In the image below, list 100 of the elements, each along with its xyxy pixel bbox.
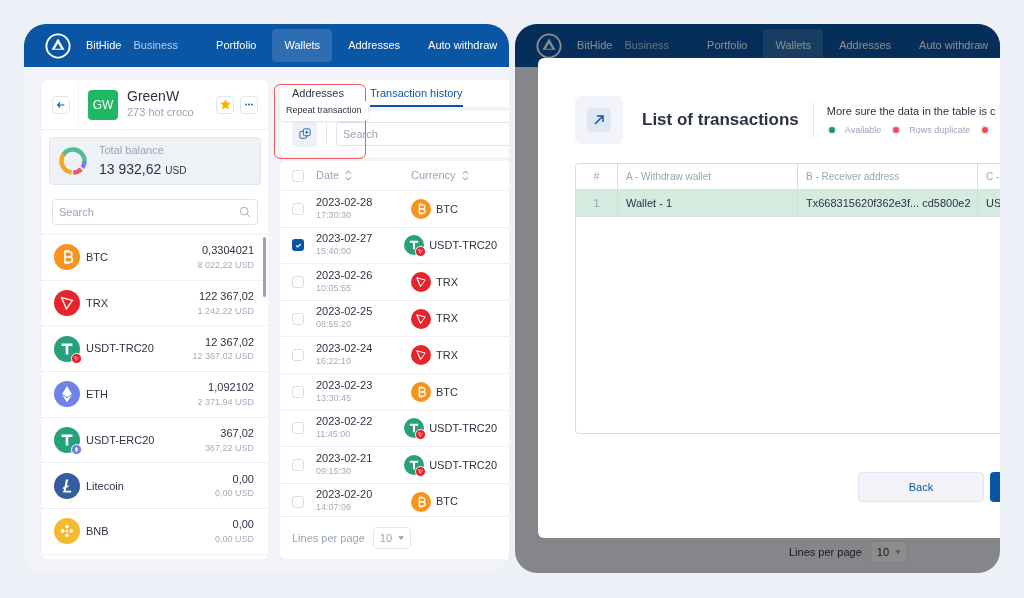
checkbox[interactable] bbox=[292, 169, 304, 182]
favorite-button[interactable] bbox=[216, 95, 234, 114]
nav-item[interactable]: Wallets bbox=[272, 29, 333, 62]
coin-usd-value: 12 367,02 USD bbox=[192, 350, 254, 364]
date-cell-text: 2023-02-20 bbox=[316, 488, 374, 502]
more-button[interactable] bbox=[240, 95, 258, 114]
currency-cell-text: USDT-TRC20 bbox=[429, 238, 497, 254]
date-cell-text: 2023-02-21 bbox=[316, 451, 374, 465]
sort-icon[interactable] bbox=[461, 170, 469, 181]
time-cell-text: 13:30:45 bbox=[316, 391, 353, 405]
brand-name: BitHide bbox=[86, 38, 122, 54]
logo-icon bbox=[45, 32, 71, 59]
back-button[interactable] bbox=[52, 95, 70, 114]
scrollbar[interactable] bbox=[263, 237, 266, 297]
checkbox[interactable] bbox=[292, 276, 304, 288]
primary-button[interactable] bbox=[990, 472, 1000, 502]
coin-row[interactable]: ETH 1,092102 2 371,94 USD bbox=[42, 372, 268, 418]
coin-icon bbox=[411, 198, 431, 219]
coin-icon bbox=[411, 491, 431, 512]
nav-item[interactable]: Addresses bbox=[827, 29, 904, 62]
coin-row[interactable]: USDT-TRC20 12 367,02 12 367,02 USD bbox=[42, 326, 268, 373]
column-header: A - Withdraw wallet bbox=[618, 164, 798, 189]
coin-usd-value: 367,22 USD bbox=[204, 441, 254, 455]
table-cell: US bbox=[978, 190, 1000, 216]
currency-cell-text: BTC bbox=[436, 201, 458, 217]
nav-item[interactable]: Addresses bbox=[336, 29, 413, 62]
date-cell-text: 2023-02-25 bbox=[316, 305, 374, 319]
wallet-subtitle: 273 hot croco bbox=[127, 105, 195, 121]
wallet-name: GreenW bbox=[127, 88, 181, 105]
repeat-transaction-button[interactable] bbox=[292, 121, 317, 147]
checkbox[interactable] bbox=[292, 312, 304, 325]
nav-item[interactable]: Portfolio bbox=[204, 29, 269, 62]
coin-usd-value: 1 242,22 USD bbox=[197, 304, 254, 318]
legend-label: Available bbox=[844, 123, 882, 137]
back-button[interactable]: Back bbox=[858, 472, 984, 502]
coin-row[interactable]: BNB 0,00 0,00 USD bbox=[42, 509, 268, 555]
coin-icon bbox=[404, 418, 425, 439]
coin-icon bbox=[411, 272, 431, 292]
coin-amount: 122 367,02 bbox=[198, 289, 254, 305]
back-arrow-icon bbox=[56, 99, 66, 110]
table-cell: Tx668315620f362e3f... cd5800e2 bbox=[798, 190, 978, 216]
tab[interactable]: Transaction history bbox=[370, 84, 463, 107]
coin-row[interactable]: TRX 122 367,02 1 242,22 USD bbox=[42, 280, 268, 327]
checkbox[interactable] bbox=[292, 239, 304, 252]
coin-row[interactable]: USDT-ERC20 367,02 367,22 USD bbox=[42, 417, 268, 464]
coin-icon bbox=[404, 454, 425, 475]
checkbox[interactable] bbox=[292, 385, 304, 398]
coin-amount: 1,092102 bbox=[208, 380, 254, 396]
currency-cell-text: BTC bbox=[436, 494, 458, 510]
coin-name: USDT-ERC20 bbox=[86, 432, 156, 448]
column-header: # bbox=[576, 164, 618, 189]
table-cell: Wallet - 1 bbox=[618, 190, 798, 216]
date-cell-text: 2023-02-27 bbox=[316, 232, 374, 246]
checkbox[interactable] bbox=[292, 495, 304, 508]
coin-name: ETH bbox=[86, 387, 109, 403]
legend-label: Rows duplicate bbox=[909, 123, 971, 137]
wallet-search-field[interactable]: Search bbox=[52, 199, 258, 225]
coin-icon bbox=[411, 381, 431, 402]
product-name: Business bbox=[624, 38, 670, 54]
currency-cell-text: BTC bbox=[436, 384, 458, 400]
time-cell-text: 14:07:09 bbox=[316, 501, 353, 515]
coin-name: BNB bbox=[86, 524, 110, 540]
checkbox[interactable] bbox=[292, 202, 304, 215]
date-cell-text: 2023-02-28 bbox=[316, 195, 374, 209]
product-name: Business bbox=[133, 38, 179, 54]
nav-item[interactable]: Portfolio bbox=[695, 29, 760, 62]
coin-row[interactable]: Litecoin 0,00 0,00 USD bbox=[42, 463, 268, 510]
checkbox[interactable] bbox=[292, 458, 304, 471]
coin-name: USDT-TRC20 bbox=[86, 341, 155, 357]
star-icon bbox=[219, 99, 231, 110]
coin-icon bbox=[411, 308, 431, 329]
nav-item[interactable]: Auto withdraw bbox=[416, 29, 509, 62]
lines-per-page-label: Lines per page bbox=[789, 544, 862, 560]
donut-icon bbox=[57, 145, 89, 177]
coin-icon bbox=[411, 345, 431, 366]
currency-cell-text: USDT-TRC20 bbox=[429, 421, 497, 437]
tooltip: Repeat transaction bbox=[280, 101, 368, 121]
page-size-select[interactable]: 10 bbox=[869, 541, 909, 563]
time-cell-text: 10:05:55 bbox=[316, 281, 353, 295]
checkbox[interactable] bbox=[292, 349, 304, 362]
date-cell-text: 2023-02-23 bbox=[316, 378, 374, 392]
sort-icon[interactable] bbox=[345, 170, 353, 181]
coin-amount: 367,02 bbox=[220, 426, 254, 442]
coin-amount: 0,00 bbox=[232, 517, 254, 533]
coin-name: BTC bbox=[86, 250, 109, 266]
copy-icon bbox=[298, 128, 311, 140]
coin-usd-value: 2 371,94 USD bbox=[197, 395, 254, 409]
column-header: C - bbox=[978, 164, 1000, 189]
coin-amount: 0,00 bbox=[232, 471, 254, 487]
caret-icon bbox=[895, 550, 902, 554]
coin-icon bbox=[54, 244, 80, 271]
coin-name: TRX bbox=[86, 295, 109, 311]
brand-name: BitHide bbox=[577, 38, 613, 54]
time-cell-text: 09:15:30 bbox=[316, 464, 353, 478]
coin-icon bbox=[54, 472, 80, 499]
coin-amount: 12 367,02 bbox=[205, 334, 254, 350]
time-cell-text: 17:30:30 bbox=[316, 208, 353, 222]
coin-icon bbox=[54, 381, 80, 408]
checkbox[interactable] bbox=[292, 422, 304, 435]
balance-amount: 13 932,62 bbox=[99, 159, 162, 179]
